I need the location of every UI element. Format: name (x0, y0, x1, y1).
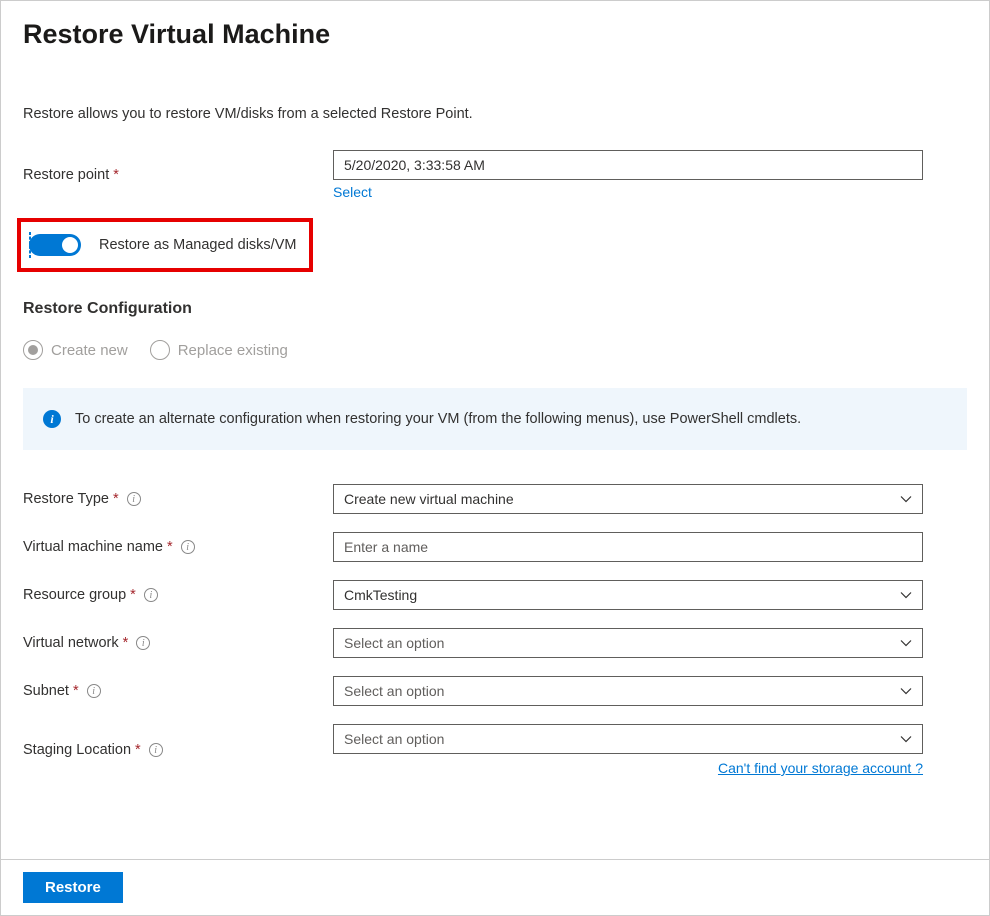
info-icon[interactable]: i (136, 636, 150, 650)
restore-point-label: Restore point* (23, 167, 333, 183)
footer: Restore (1, 859, 989, 915)
page-title: Restore Virtual Machine (23, 19, 967, 50)
staging-location-select[interactable]: Select an option (333, 724, 923, 754)
chevron-down-icon (900, 589, 912, 601)
subnet-label: Subnet* i (23, 683, 333, 699)
info-banner-text: To create an alternate configuration whe… (75, 411, 801, 427)
managed-disks-toggle-highlight: Restore as Managed disks/VM (17, 218, 313, 272)
restore-point-select-link[interactable]: Select (333, 184, 372, 200)
vm-name-input[interactable] (333, 532, 923, 562)
virtual-network-label: Virtual network* i (23, 635, 333, 651)
vm-name-label: Virtual machine name* i (23, 539, 333, 555)
info-icon[interactable]: i (149, 743, 163, 757)
radio-circle-icon (150, 340, 170, 360)
staging-location-label: Staging Location* i (23, 742, 333, 758)
restore-type-select[interactable]: Create new virtual machine (333, 484, 923, 514)
restore-type-label: Restore Type* i (23, 491, 333, 507)
radio-replace-existing[interactable]: Replace existing (150, 340, 288, 360)
toggle-knob (62, 237, 78, 253)
chevron-down-icon (900, 493, 912, 505)
storage-account-help-link[interactable]: Can't find your storage account ? (333, 760, 923, 776)
info-banner: i To create an alternate configuration w… (23, 388, 967, 450)
required-indicator: * (113, 167, 119, 183)
chevron-down-icon (900, 637, 912, 649)
restore-config-radio-group: Create new Replace existing (23, 340, 967, 360)
restore-button[interactable]: Restore (23, 872, 123, 903)
restore-configuration-heading: Restore Configuration (23, 300, 967, 318)
virtual-network-select[interactable]: Select an option (333, 628, 923, 658)
info-icon[interactable]: i (87, 684, 101, 698)
info-icon[interactable]: i (181, 540, 195, 554)
radio-circle-icon (23, 340, 43, 360)
subnet-select[interactable]: Select an option (333, 676, 923, 706)
radio-create-new[interactable]: Create new (23, 340, 128, 360)
restore-point-input[interactable] (333, 150, 923, 180)
chevron-down-icon (900, 733, 912, 745)
managed-disks-toggle-label: Restore as Managed disks/VM (99, 237, 296, 253)
resource-group-select[interactable]: CmkTesting (333, 580, 923, 610)
info-icon[interactable]: i (127, 492, 141, 506)
info-icon[interactable]: i (144, 588, 158, 602)
chevron-down-icon (900, 685, 912, 697)
page-description: Restore allows you to restore VM/disks f… (23, 106, 967, 122)
managed-disks-toggle[interactable] (29, 234, 81, 256)
info-icon: i (43, 410, 61, 428)
resource-group-label: Resource group* i (23, 587, 333, 603)
